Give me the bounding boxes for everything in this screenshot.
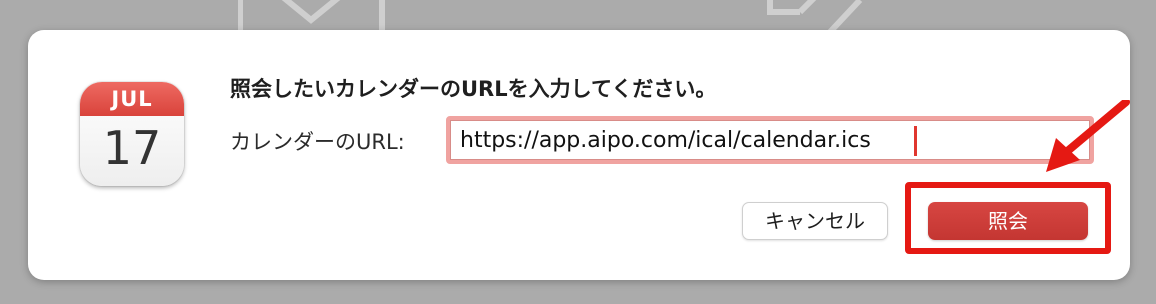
calendar-url-input[interactable]: https://app.aipo.com/ical/calendar.ics	[446, 116, 1094, 164]
calendar-icon-day: 17	[102, 121, 162, 175]
calendar-url-value: https://app.aipo.com/ical/calendar.ics	[460, 128, 871, 153]
dialog-prompt: 照会したいカレンダーのURLを入力してください。	[230, 77, 717, 101]
url-field-label: カレンダーのURL:	[230, 130, 405, 154]
calendar-icon-month: JUL	[80, 82, 184, 116]
text-caret	[914, 126, 917, 156]
annotation-arrow-icon	[1046, 100, 1130, 172]
calendar-app-icon: JUL 17	[80, 82, 184, 186]
cancel-button[interactable]: キャンセル	[742, 202, 888, 240]
subscribe-calendar-dialog: JUL 17 照会したいカレンダーのURLを入力してください。 カレンダーのUR…	[28, 30, 1130, 280]
subscribe-button[interactable]: 照会	[928, 202, 1088, 240]
